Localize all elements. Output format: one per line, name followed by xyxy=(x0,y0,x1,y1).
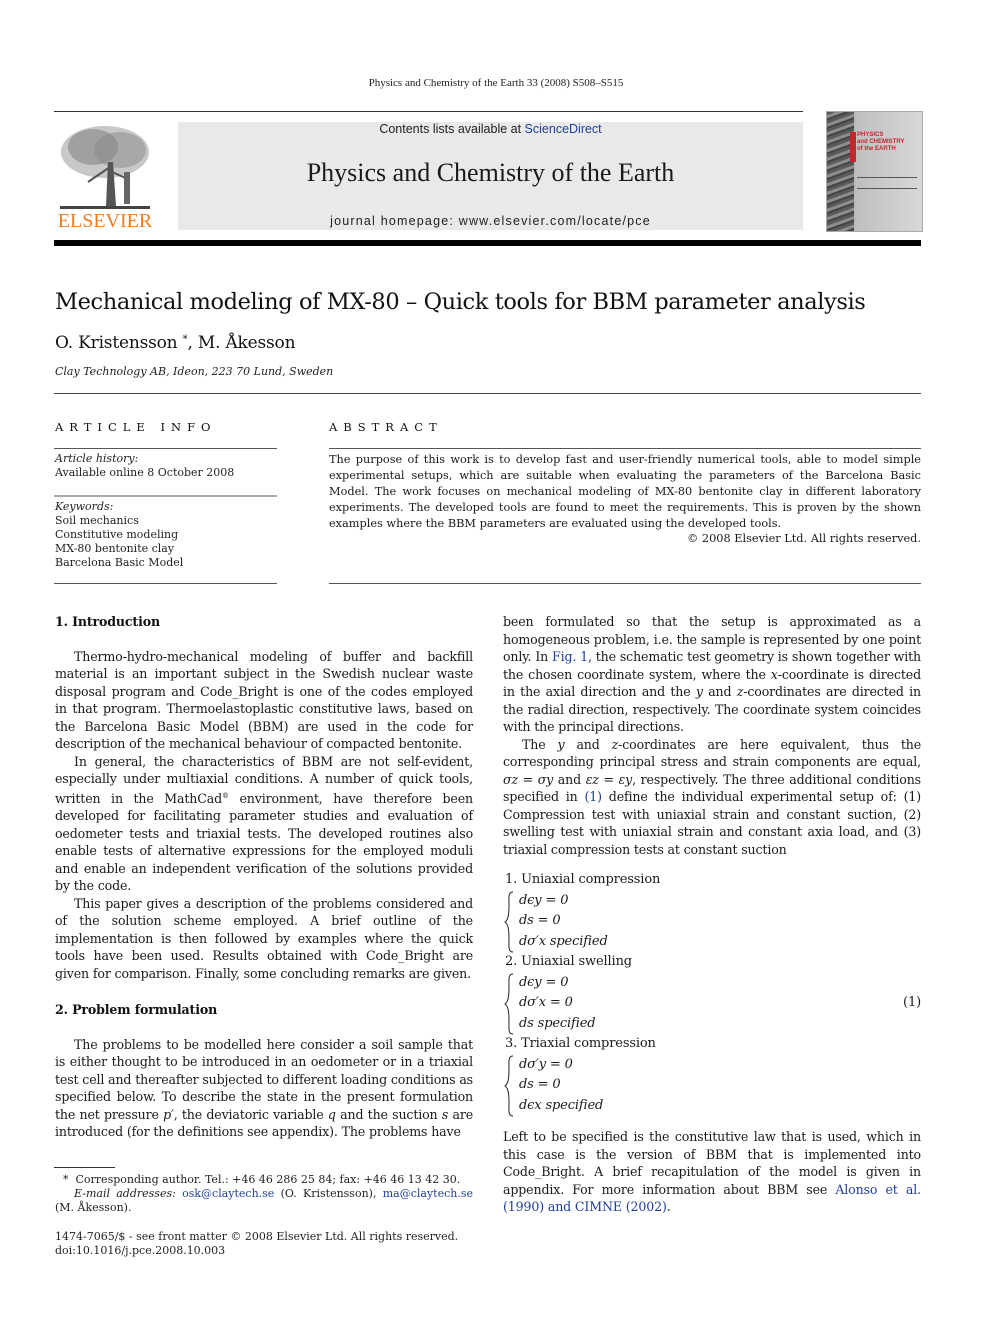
email-link-2[interactable]: ma@claytech.se xyxy=(383,1187,473,1200)
footnotes: * Corresponding author. Tel.: +46 46 286… xyxy=(55,1173,473,1258)
cover-texture xyxy=(827,112,854,231)
intro-paragraph-2: In general, the characteristics of BBM a… xyxy=(55,753,473,894)
equation-system: dϵy = 0 ds = 0 dσ′x specified xyxy=(503,891,921,953)
email-note: E-mail addresses: osk@claytech.se (O. Kr… xyxy=(55,1187,473,1214)
abstract-text: The purpose of this work is to develop f… xyxy=(329,453,921,530)
intro-paragraph-1: Thermo-hydro-mechanical modeling of buff… xyxy=(55,648,473,752)
epsilon-equality: εz = εy xyxy=(585,771,633,787)
left-column: 1. Introduction Thermo-hydro-mechanical … xyxy=(55,613,473,1141)
keyword: Barcelona Basic Model xyxy=(55,556,184,569)
journal-title: Physics and Chemistry of the Earth xyxy=(306,158,675,187)
sigma-equality: σz = σy xyxy=(503,771,554,787)
section-heading-problem-formulation: 2. Problem formulation xyxy=(55,1002,218,1018)
header-thick-rule xyxy=(54,240,921,246)
equation-system: dϵy = 0 dσ′x = 0 ds specified (1) xyxy=(503,973,921,1035)
left-brace-icon xyxy=(504,1055,514,1116)
equation-1-link[interactable]: (1) xyxy=(585,789,603,804)
journal-cover-image: PHYSICS and CHEMISTRY of the EARTH xyxy=(826,111,923,232)
keyword: Constitutive modeling xyxy=(55,528,179,541)
keyword: MX-80 bentonite clay xyxy=(55,542,175,555)
equation-number: (1) xyxy=(903,994,921,1010)
article-history: Article history: Available online 8 Octo… xyxy=(55,452,277,480)
article-title: Mechanical modeling of MX-80 – Quick too… xyxy=(55,289,866,315)
equation-system: dσ′y = 0 ds = 0 dϵx specified xyxy=(503,1055,921,1117)
right-column: been formulated so that the setup is app… xyxy=(503,613,921,1216)
problem-paragraph-1-continued: been formulated so that the setup is app… xyxy=(503,614,922,734)
available-online: Available online 8 October 2008 xyxy=(55,466,235,479)
doi[interactable]: doi:10.1016/j.pce.2008.10.003 xyxy=(55,1244,473,1258)
elsevier-tree-icon xyxy=(60,126,150,209)
intro-paragraph-3: This paper gives a description of the pr… xyxy=(55,895,473,981)
abstract-copyright: © 2008 Elsevier Ltd. All rights reserved… xyxy=(687,532,921,545)
contents-line: Contents lists available at ScienceDirec… xyxy=(379,122,602,136)
header-rule xyxy=(54,111,803,112)
author-1[interactable]: O. Kristensson xyxy=(55,333,178,353)
section-heading-introduction: 1. Introduction xyxy=(55,614,160,629)
problem-paragraph-2: The y and z-coordinates are here equival… xyxy=(503,736,921,857)
abstract-label: ABSTRACT xyxy=(329,420,443,434)
cover-red-bar xyxy=(850,132,856,162)
email-link-1[interactable]: osk@claytech.se xyxy=(182,1187,274,1200)
elsevier-logo[interactable]: ELSEVIER xyxy=(54,122,156,232)
affiliation: Clay Technology AB, Ideon, 223 70 Lund, … xyxy=(55,365,334,378)
elsevier-wordmark: ELSEVIER xyxy=(57,210,153,232)
cover-title: PHYSICS and CHEMISTRY of the EARTH xyxy=(857,132,905,152)
sciencedirect-link[interactable]: ScienceDirect xyxy=(525,122,602,136)
authors: O. Kristensson *, M. Åkesson xyxy=(55,333,296,353)
equation-case-title: 1. Uniaxial compression xyxy=(505,872,661,887)
problem-paragraph-1: The problems to be modelled here conside… xyxy=(55,1036,473,1140)
problem-paragraph-3: Left to be specified is the constitutive… xyxy=(503,1129,921,1214)
figure-1-link[interactable]: Fig. 1 xyxy=(552,649,588,664)
author-2[interactable]: , M. Åkesson xyxy=(187,333,295,353)
article-info-label: ARTICLE INFO xyxy=(55,420,217,434)
corresponding-author-note: * Corresponding author. Tel.: +46 46 286… xyxy=(63,1173,461,1186)
front-matter: 1474-7065/$ - see front matter © 2008 El… xyxy=(55,1230,459,1243)
history-rule xyxy=(54,495,277,497)
keywords-rule xyxy=(54,583,277,584)
abstract-rule xyxy=(329,448,921,449)
equation-case-title: 2. Uniaxial swelling xyxy=(505,954,632,969)
article-info-rule xyxy=(54,448,277,449)
footnote-rule xyxy=(54,1167,115,1168)
left-brace-icon xyxy=(504,891,514,952)
running-head: Physics and Chemistry of the Earth 33 (2… xyxy=(368,77,624,89)
cover-subtitle-lines xyxy=(857,177,917,189)
equation-1: 1. Uniaxial compression dϵy = 0 ds = 0 d… xyxy=(503,870,921,1116)
keywords-block: Keywords: Soil mechanics Constitutive mo… xyxy=(55,500,277,570)
left-brace-icon xyxy=(504,973,514,1034)
keyword: Soil mechanics xyxy=(55,514,139,527)
abstract-bottom-rule xyxy=(329,583,921,584)
equation-case-title: 3. Triaxial compression xyxy=(505,1036,656,1051)
journal-homepage[interactable]: journal homepage: www.elsevier.com/locat… xyxy=(178,214,803,228)
journal-banner: Contents lists available at ScienceDirec… xyxy=(178,122,803,230)
title-rule xyxy=(54,393,921,394)
